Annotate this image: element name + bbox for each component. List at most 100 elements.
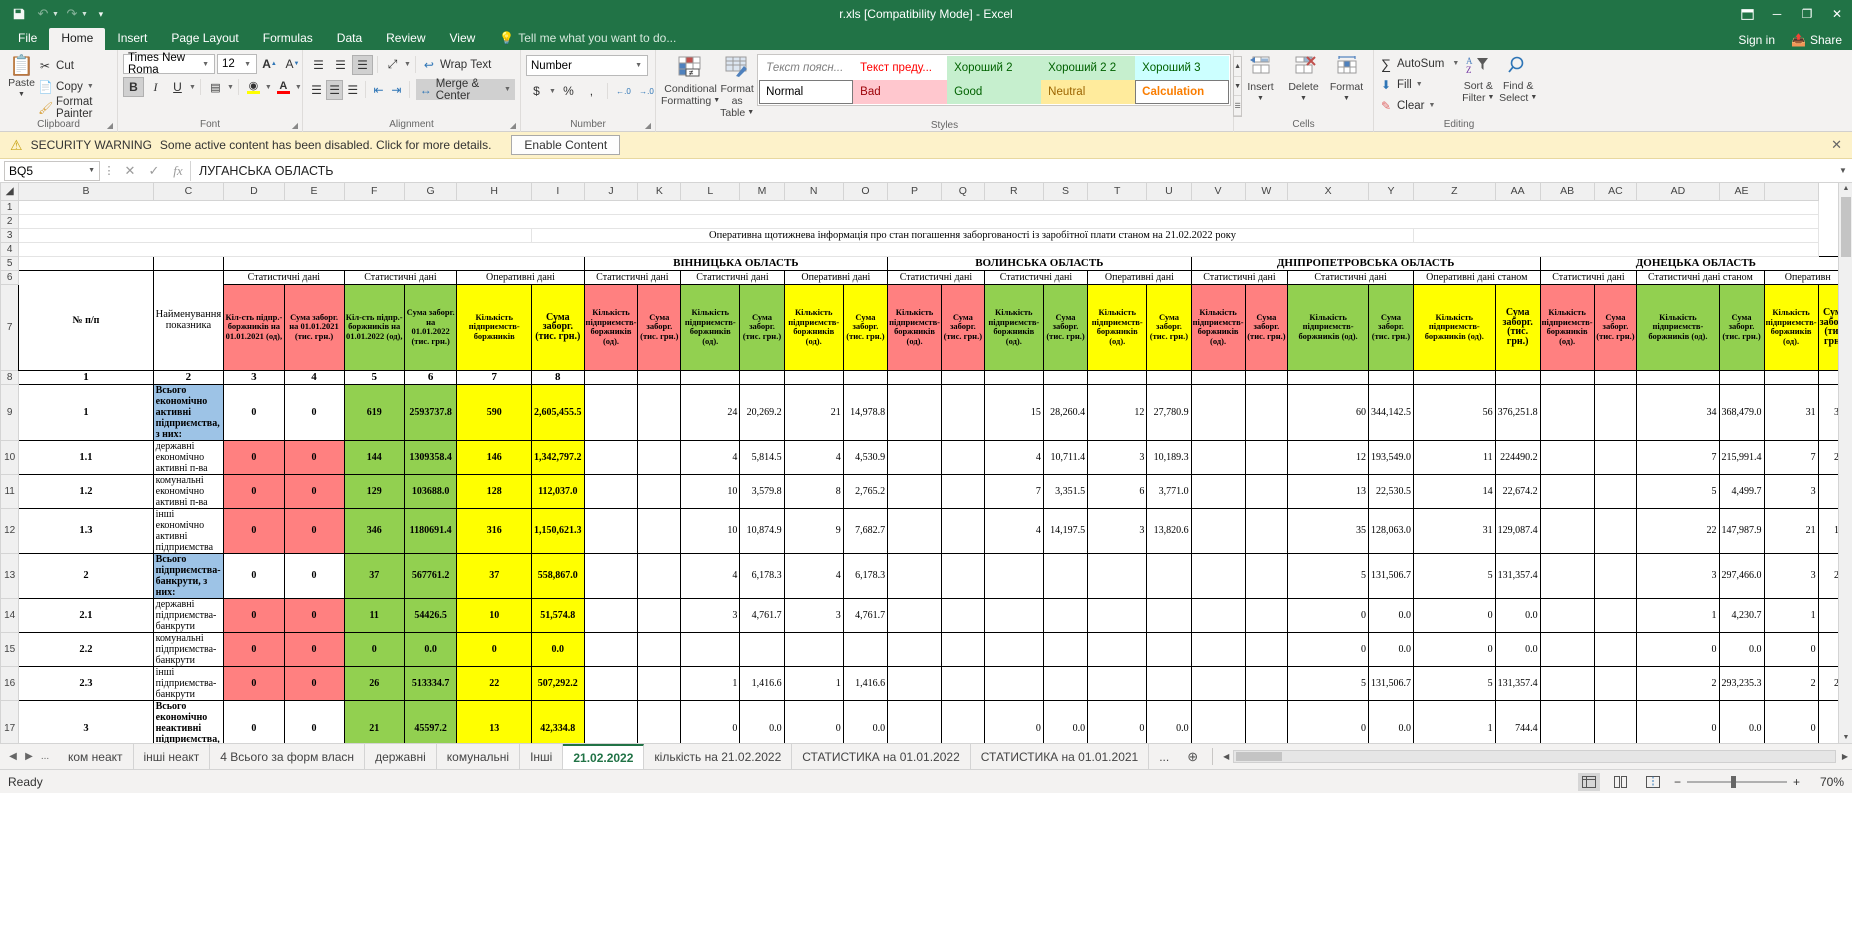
numrow-blank-16[interactable]: [1412, 369, 1496, 385]
format-cells-button[interactable]: Format ▼: [1325, 54, 1368, 105]
column-header-G[interactable]: G: [403, 183, 458, 201]
row-header-3[interactable]: 3: [0, 227, 20, 243]
increase-decimal-button[interactable]: ←.0: [613, 81, 634, 101]
header-r3-s1[interactable]: Сума заборг. (тис. грн.): [1593, 283, 1638, 371]
cell-r12-c13[interactable]: [940, 507, 985, 554]
cell-r16-c16[interactable]: [1087, 665, 1148, 701]
cell-r16-c1[interactable]: 0: [283, 665, 345, 701]
cell-r11-c26[interactable]: 5: [1636, 473, 1720, 509]
cell-r14-c21[interactable]: 0.0: [1367, 597, 1414, 633]
cell-r12-c26[interactable]: 22: [1636, 507, 1720, 554]
cell-r9-c25[interactable]: [1593, 383, 1638, 441]
column-header-X[interactable]: X: [1287, 183, 1369, 201]
borders-button[interactable]: ▤: [205, 77, 226, 97]
cell-r9-c28[interactable]: 31: [1763, 383, 1819, 441]
cell-r17-c3[interactable]: 45597.2: [403, 699, 458, 743]
cell-r12-c9[interactable]: 10,874.9: [739, 507, 785, 554]
numrow-blank-0[interactable]: [583, 369, 639, 385]
cell-r9-c8[interactable]: 24: [680, 383, 741, 441]
group-vol-oper[interactable]: Оперативні дані: [1087, 269, 1192, 285]
minimize-button[interactable]: ─: [1762, 0, 1792, 28]
cell-r15-c1[interactable]: 0: [283, 631, 345, 667]
cut-button[interactable]: ✂ Cut: [38, 55, 112, 76]
column-header-C[interactable]: C: [152, 183, 225, 201]
increase-indent-button[interactable]: ⇥: [388, 80, 405, 100]
style-good[interactable]: Good: [947, 80, 1042, 104]
italic-button[interactable]: I: [145, 77, 166, 97]
group-don-stat1[interactable]: Статистичні дані: [1539, 269, 1638, 285]
cell-r16-c4[interactable]: 22: [456, 665, 533, 701]
row-header-4[interactable]: 4: [0, 241, 20, 257]
numrow-blank-15[interactable]: [1367, 369, 1414, 385]
cell-r9-c11[interactable]: 14,978.8: [842, 383, 889, 441]
cell-r16-c15[interactable]: [1042, 665, 1089, 701]
header-col-f[interactable]: Сума заборг. на 01.01.2022 (тис. грн.): [403, 283, 458, 371]
autosum-caret-icon[interactable]: ▼: [1452, 60, 1459, 67]
cell-r16-c10[interactable]: 1: [783, 665, 844, 701]
style-explanatory-text[interactable]: Текст поясн...: [759, 56, 853, 80]
cell-r15-c9[interactable]: [739, 631, 785, 667]
cell-r14-c16[interactable]: [1087, 597, 1148, 633]
number-format-caret-icon[interactable]: ▼: [632, 62, 645, 69]
cell-r16-c11[interactable]: 1,416.6: [842, 665, 889, 701]
cell-r14-c24[interactable]: [1539, 597, 1595, 633]
cell-r15-c27[interactable]: 0.0: [1718, 631, 1765, 667]
horizontal-scrollbar[interactable]: [1233, 750, 1836, 763]
column-header-B[interactable]: B: [18, 183, 154, 201]
column-header-31[interactable]: [1763, 183, 1819, 201]
cell-r14-c11[interactable]: 4,761.7: [842, 597, 889, 633]
cell-r13-c25[interactable]: [1593, 552, 1638, 599]
column-header-Q[interactable]: Q: [940, 183, 985, 201]
column-header-V[interactable]: V: [1190, 183, 1246, 201]
cell-r14-c5[interactable]: 51,574.8: [531, 597, 585, 633]
cell-r12-c11[interactable]: 7,682.7: [842, 507, 889, 554]
format-as-table-button[interactable]: Format as Table ▼: [720, 54, 754, 119]
cell-r14-c22[interactable]: 0: [1412, 597, 1496, 633]
format-caret-icon[interactable]: ▼: [1343, 93, 1350, 105]
cell-r12-c2[interactable]: 346: [343, 507, 405, 554]
font-dialog-launcher-icon[interactable]: ◢: [292, 119, 298, 132]
cell-r11-c25[interactable]: [1593, 473, 1638, 509]
row-num-10[interactable]: 1.1: [18, 439, 154, 475]
numrow-blank-13[interactable]: [1244, 369, 1289, 385]
column-header-N[interactable]: N: [783, 183, 844, 201]
cell-r13-c0[interactable]: 0: [223, 552, 285, 599]
header-r1-s3[interactable]: Сума заборг. (тис. грн.): [1146, 283, 1192, 371]
cell-r11-c9[interactable]: 3,579.8: [739, 473, 785, 509]
numrow-6[interactable]: 6: [403, 369, 458, 385]
column-header-AB[interactable]: AB: [1539, 183, 1595, 201]
numrow-8[interactable]: 8: [531, 369, 585, 385]
numrow-blank-10[interactable]: [1087, 369, 1148, 385]
clear-caret-icon[interactable]: ▼: [1428, 102, 1435, 109]
cell-r11-c27[interactable]: 4,499.7: [1718, 473, 1765, 509]
cell-r10-c1[interactable]: 0: [283, 439, 345, 475]
cell-r13-c14[interactable]: [983, 552, 1044, 599]
cell-r11-c24[interactable]: [1539, 473, 1595, 509]
cell-r9-c3[interactable]: 2593737.8: [403, 383, 458, 441]
cell-r10-c7[interactable]: [637, 439, 682, 475]
tab-view[interactable]: View: [438, 28, 488, 50]
cell-r12-c21[interactable]: 128,063.0: [1367, 507, 1414, 554]
cancel-icon[interactable]: ✕: [118, 163, 142, 179]
percent-format-button[interactable]: %: [558, 81, 579, 101]
header-col-c[interactable]: Кіл-сть підпр.-боржників на 01.01.2021 (…: [223, 283, 285, 371]
column-header-U[interactable]: U: [1146, 183, 1192, 201]
cell-r15-c2[interactable]: 0: [343, 631, 405, 667]
cell-r13-c11[interactable]: 6,178.3: [842, 552, 889, 599]
row-num-17[interactable]: 3: [18, 699, 154, 743]
align-center-button[interactable]: ☰: [325, 79, 344, 100]
row-num-14[interactable]: 2.1: [18, 597, 154, 633]
expand-formula-bar-icon[interactable]: ▼: [1834, 166, 1852, 175]
cell-r14-c15[interactable]: [1042, 597, 1089, 633]
align-left-button[interactable]: ☰: [308, 80, 325, 100]
sheet-row-10[interactable]: 10 1.1 державні економічно активні п-ва 0 0 1…: [0, 439, 1852, 475]
page-break-preview-icon[interactable]: [1642, 773, 1664, 791]
cell-r15-c26[interactable]: 0: [1636, 631, 1720, 667]
cell-r12-c27[interactable]: 147,987.9: [1718, 507, 1765, 554]
row-num-9[interactable]: 1: [18, 383, 154, 441]
sheet-row-12[interactable]: 12 1.3 інші економічно активні підприємств…: [0, 507, 1852, 554]
column-header-D[interactable]: D: [223, 183, 285, 201]
cell-r14-c4[interactable]: 10: [456, 597, 533, 633]
numrow-blank-18[interactable]: [1539, 369, 1595, 385]
tab-data[interactable]: Data: [325, 28, 374, 50]
